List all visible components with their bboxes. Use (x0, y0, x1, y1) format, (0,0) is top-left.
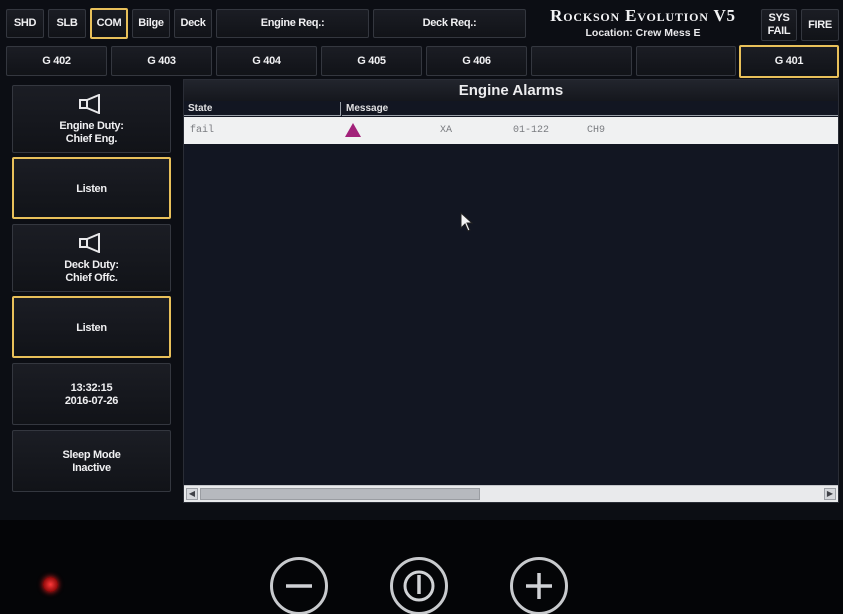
deck-request-field[interactable]: Deck Req.: (373, 9, 526, 38)
group-g404[interactable]: G 404 (216, 46, 317, 76)
sys-fail-button[interactable]: SYS FAIL (761, 9, 797, 41)
column-header-state[interactable]: State (184, 102, 341, 116)
horizontal-scrollbar[interactable]: ◀ ▶ (184, 485, 838, 502)
tab-shd[interactable]: SHD (6, 9, 44, 38)
listen-button-deck[interactable]: Listen (12, 296, 171, 358)
power-icon (403, 570, 435, 602)
engine-duty-label: Engine Duty: Chief Eng. (59, 120, 124, 145)
minus-icon (286, 584, 312, 588)
group-g403[interactable]: G 403 (111, 46, 212, 76)
tab-bilge[interactable]: Bilge (132, 9, 170, 38)
scroll-right-icon[interactable]: ▶ (824, 488, 836, 500)
speaker-icon (78, 94, 100, 115)
sleep-mode-button[interactable]: Sleep Mode Inactive (12, 430, 171, 492)
column-header-message[interactable]: Message (342, 102, 838, 116)
speaker-icon (78, 233, 100, 254)
group-g401[interactable]: G 401 (739, 45, 839, 78)
engine-duty-button[interactable]: Engine Duty: Chief Eng. (12, 85, 171, 153)
location-label: Location: Crew Mess E (585, 27, 701, 39)
group-g402[interactable]: G 402 (6, 46, 107, 76)
table-row[interactable]: fail XA 01-122 CH9 (184, 117, 838, 144)
scrollbar-thumb[interactable] (200, 488, 480, 500)
alarm-code: XA (440, 125, 453, 136)
alarm-state: fail (190, 125, 215, 136)
tab-slb[interactable]: SLB (48, 9, 86, 38)
warning-triangle-icon (345, 123, 361, 137)
tab-com[interactable]: COM (90, 8, 128, 39)
deck-duty-button[interactable]: Deck Duty: Chief Offc. (12, 224, 171, 292)
datetime-display: 13:32:15 2016-07-26 (12, 363, 171, 425)
engine-alarms-panel: Engine Alarms State Message fail XA 01-1… (183, 79, 839, 503)
display-screen: SHD SLB COM Bilge Deck Engine Req.: Deck… (0, 0, 843, 520)
group-empty-1[interactable] (531, 46, 632, 76)
tab-deck[interactable]: Deck (174, 9, 212, 38)
brand-title: Rockson Evolution V5 (550, 6, 736, 25)
plus-icon (526, 573, 552, 599)
fire-button[interactable]: FIRE (801, 9, 839, 41)
mouse-cursor-icon (460, 212, 474, 232)
group-g406[interactable]: G 406 (426, 46, 527, 76)
status-led-icon (43, 577, 58, 592)
power-button[interactable] (390, 557, 448, 614)
alarm-location: 01-122 (513, 125, 550, 136)
scroll-left-icon[interactable]: ◀ (186, 488, 198, 500)
minus-button[interactable] (270, 557, 328, 614)
listen-button-engine[interactable]: Listen (12, 157, 171, 219)
engine-request-field[interactable]: Engine Req.: (216, 9, 369, 38)
deck-duty-label: Deck Duty: Chief Offc. (64, 259, 119, 284)
group-empty-2[interactable] (636, 46, 736, 76)
plus-button[interactable] (510, 557, 568, 614)
group-g405[interactable]: G 405 (321, 46, 422, 76)
alarm-channel: CH9 (587, 125, 606, 136)
alarms-title: Engine Alarms (184, 80, 838, 101)
brand-header: Rockson Evolution V5 Location: Crew Mess… (527, 6, 759, 39)
